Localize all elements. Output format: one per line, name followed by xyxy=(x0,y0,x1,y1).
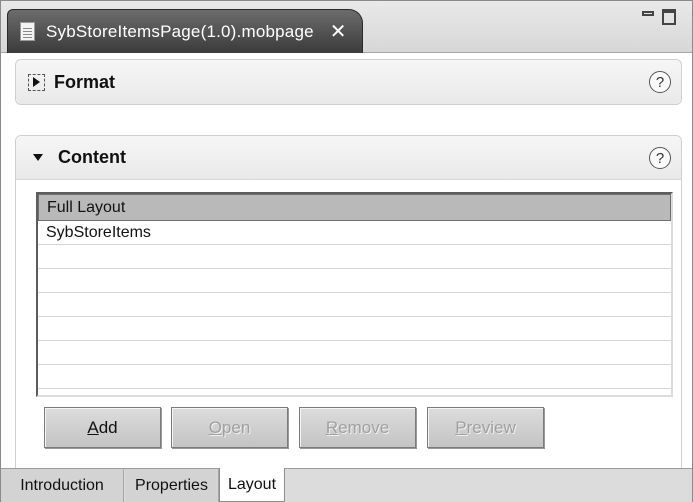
maximize-icon[interactable] xyxy=(662,9,676,25)
open-button[interactable]: Open xyxy=(171,407,288,448)
layout-table[interactable]: Full Layout SybStoreItems xyxy=(36,192,673,397)
add-button[interactable]: Add xyxy=(44,407,161,448)
table-row[interactable] xyxy=(38,269,671,293)
remove-button-label: emove xyxy=(338,417,390,437)
open-button-label: pen xyxy=(221,417,251,437)
format-section-header[interactable]: Format ? xyxy=(16,60,681,104)
help-icon[interactable]: ? xyxy=(649,71,671,93)
table-row[interactable] xyxy=(38,245,671,269)
table-column-header[interactable]: Full Layout xyxy=(38,194,671,221)
table-row[interactable]: SybStoreItems xyxy=(38,221,671,245)
remove-button-mnemonic: R xyxy=(325,417,339,437)
add-button-mnemonic: A xyxy=(87,417,99,437)
document-icon xyxy=(20,22,35,41)
table-row[interactable] xyxy=(38,317,671,341)
content-section-header[interactable]: Content ? xyxy=(16,136,681,180)
remove-button[interactable]: Remove xyxy=(299,407,416,448)
editor-tab[interactable]: SybStoreItemsPage(1.0).mobpage ✕ xyxy=(7,9,363,53)
minimize-icon[interactable] xyxy=(642,11,654,16)
table-row[interactable] xyxy=(38,293,671,317)
content-section: Content ? Full Layout SybStoreItems Add … xyxy=(15,135,682,475)
editor-tab-title: SybStoreItemsPage(1.0).mobpage xyxy=(46,21,314,41)
tab-introduction[interactable]: Introduction xyxy=(1,469,124,502)
tab-layout[interactable]: Layout xyxy=(219,468,285,502)
collapsed-arrow-icon[interactable] xyxy=(28,73,45,91)
table-row[interactable] xyxy=(38,341,671,365)
page-tab-bar: Introduction Properties Layout xyxy=(1,468,692,502)
preview-button-mnemonic: P xyxy=(455,417,467,437)
content-section-title[interactable]: Content xyxy=(58,147,126,168)
help-icon[interactable]: ? xyxy=(649,147,671,169)
editor-window: SybStoreItemsPage(1.0).mobpage ✕ Format … xyxy=(0,0,693,502)
close-icon[interactable]: ✕ xyxy=(330,22,347,42)
table-row[interactable] xyxy=(38,365,671,389)
format-section-title[interactable]: Format xyxy=(54,72,115,93)
open-button-mnemonic: O xyxy=(208,417,222,437)
add-button-label: dd xyxy=(98,417,118,437)
tab-properties[interactable]: Properties xyxy=(125,469,219,502)
editor-tab-strip: SybStoreItemsPage(1.0).mobpage ✕ xyxy=(1,1,692,53)
format-section: Format ? xyxy=(15,59,682,105)
expanded-arrow-icon[interactable] xyxy=(33,154,43,161)
preview-button-label: review xyxy=(466,417,516,437)
preview-button[interactable]: Preview xyxy=(427,407,544,448)
